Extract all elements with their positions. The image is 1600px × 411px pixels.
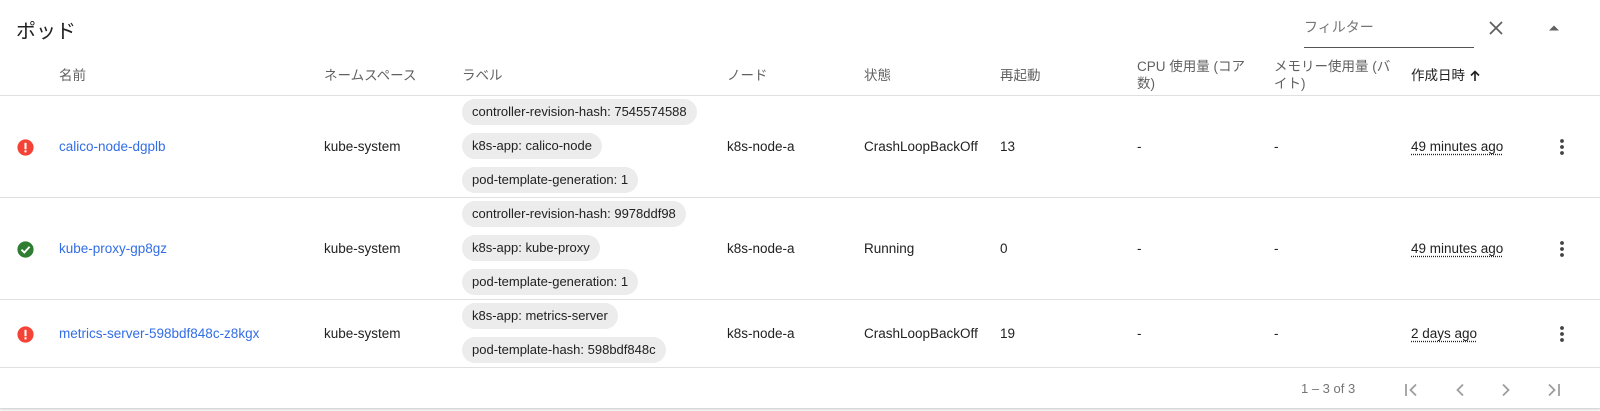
namespace-cell: kube-system bbox=[324, 326, 401, 341]
restarts-cell: 13 bbox=[1000, 139, 1016, 154]
caret-up-icon bbox=[1549, 25, 1559, 31]
pod-name-link[interactable]: kube-proxy-gp8gz bbox=[59, 241, 167, 256]
cpu-cell: - bbox=[1137, 139, 1142, 154]
column-header-memory-line2: イト) bbox=[1274, 76, 1306, 91]
column-header-cpu-line1: CPU 使用量 (コア bbox=[1137, 59, 1245, 74]
node-cell: k8s-node-a bbox=[727, 241, 795, 256]
label-chip: pod-template-generation: 1 bbox=[462, 269, 639, 295]
first-page-icon bbox=[1405, 383, 1417, 397]
pod-name-link[interactable]: calico-node-dgplb bbox=[59, 139, 166, 154]
node-cell: k8s-node-a bbox=[727, 326, 795, 341]
more-vert-icon bbox=[1560, 241, 1564, 257]
more-vert-icon bbox=[1560, 139, 1564, 155]
paginator: 1 – 3 of 3 bbox=[0, 367, 1600, 409]
label-chip: pod-template-hash: 598bdf848c bbox=[462, 337, 666, 363]
status-cell: CrashLoopBackOff bbox=[864, 139, 978, 154]
label-chip: k8s-app: calico-node bbox=[462, 133, 602, 159]
last-page-button[interactable] bbox=[1537, 375, 1567, 405]
card-title: ポッド bbox=[16, 21, 76, 43]
column-header-cpu[interactable]: CPU 使用量 (コア 数) bbox=[1137, 58, 1245, 92]
column-header-memory-line1: メモリー使用量 (バ bbox=[1274, 59, 1391, 74]
clear-filter-button[interactable] bbox=[1478, 12, 1514, 44]
column-header-memory[interactable]: メモリー使用量 (バ イト) bbox=[1274, 58, 1390, 92]
status-cell: Running bbox=[864, 241, 915, 256]
chevron-left-icon bbox=[1456, 383, 1464, 397]
pod-name-link[interactable]: metrics-server-598bdf848c-z8kgx bbox=[59, 326, 259, 341]
last-page-icon bbox=[1548, 383, 1560, 397]
paginator-range-label: 1 – 3 of 3 bbox=[1301, 381, 1356, 396]
error-icon bbox=[17, 139, 34, 156]
collapse-button[interactable] bbox=[1538, 12, 1570, 44]
column-header-created[interactable]: 作成日時 bbox=[1411, 67, 1481, 84]
table-row: calico-node-dgplb kube-system controller… bbox=[0, 96, 1600, 198]
row-menu-button[interactable] bbox=[1552, 322, 1572, 346]
previous-page-button[interactable] bbox=[1445, 375, 1475, 405]
namespace-cell: kube-system bbox=[324, 241, 401, 256]
column-header-cpu-line2: 数) bbox=[1137, 76, 1155, 91]
created-cell: 2 days ago bbox=[1411, 326, 1478, 341]
memory-cell: - bbox=[1274, 139, 1279, 154]
column-header-node[interactable]: ノード bbox=[727, 67, 768, 84]
namespace-cell: kube-system bbox=[324, 139, 401, 154]
memory-cell: - bbox=[1274, 241, 1279, 256]
label-chip: controller-revision-hash: 7545574588 bbox=[462, 99, 697, 125]
cpu-cell: - bbox=[1137, 326, 1142, 341]
label-chip: controller-revision-hash: 9978ddf98 bbox=[462, 201, 686, 227]
table-header: 名前 ネームスペース ラベル ノード 状態 再起動 CPU 使用量 (コア 数)… bbox=[0, 56, 1600, 96]
label-chip: pod-template-generation: 1 bbox=[462, 167, 639, 193]
table-row: metrics-server-598bdf848c-z8kgx kube-sys… bbox=[0, 300, 1600, 368]
column-header-labels: ラベル bbox=[462, 68, 503, 83]
restarts-cell: 0 bbox=[1000, 241, 1008, 256]
column-header-namespace[interactable]: ネームスペース bbox=[324, 67, 416, 84]
created-cell: 49 minutes ago bbox=[1411, 139, 1504, 154]
first-page-button[interactable] bbox=[1398, 375, 1428, 405]
label-chip: k8s-app: metrics-server bbox=[462, 303, 618, 329]
memory-cell: - bbox=[1274, 326, 1279, 341]
column-header-restarts[interactable]: 再起動 bbox=[1000, 67, 1041, 84]
filter-input[interactable] bbox=[1304, 12, 1474, 42]
error-icon bbox=[17, 326, 34, 343]
row-menu-button[interactable] bbox=[1552, 135, 1572, 159]
chevron-right-icon bbox=[1502, 383, 1510, 397]
next-page-button[interactable] bbox=[1491, 375, 1521, 405]
close-icon bbox=[1489, 21, 1503, 35]
node-cell: k8s-node-a bbox=[727, 139, 795, 154]
column-header-name[interactable]: 名前 bbox=[59, 67, 86, 84]
check-circle-icon bbox=[17, 241, 34, 258]
column-header-created-label: 作成日時 bbox=[1411, 68, 1465, 83]
status-cell: CrashLoopBackOff bbox=[864, 326, 978, 341]
filter-field[interactable] bbox=[1304, 12, 1474, 48]
table-row: kube-proxy-gp8gz kube-system controller-… bbox=[0, 198, 1600, 300]
label-chip: k8s-app: kube-proxy bbox=[462, 235, 600, 261]
arrow-up-icon bbox=[1470, 69, 1480, 81]
cpu-cell: - bbox=[1137, 241, 1142, 256]
pods-card: ポッド 名前 ネームスペース ラベル ノード 状態 再起動 CPU 使用量 (コ… bbox=[0, 0, 1600, 409]
card-toolbar: ポッド bbox=[0, 0, 1600, 56]
row-menu-button[interactable] bbox=[1552, 237, 1572, 261]
column-header-status[interactable]: 状態 bbox=[864, 67, 891, 84]
created-cell: 49 minutes ago bbox=[1411, 241, 1504, 256]
restarts-cell: 19 bbox=[1000, 326, 1016, 341]
more-vert-icon bbox=[1560, 326, 1564, 342]
